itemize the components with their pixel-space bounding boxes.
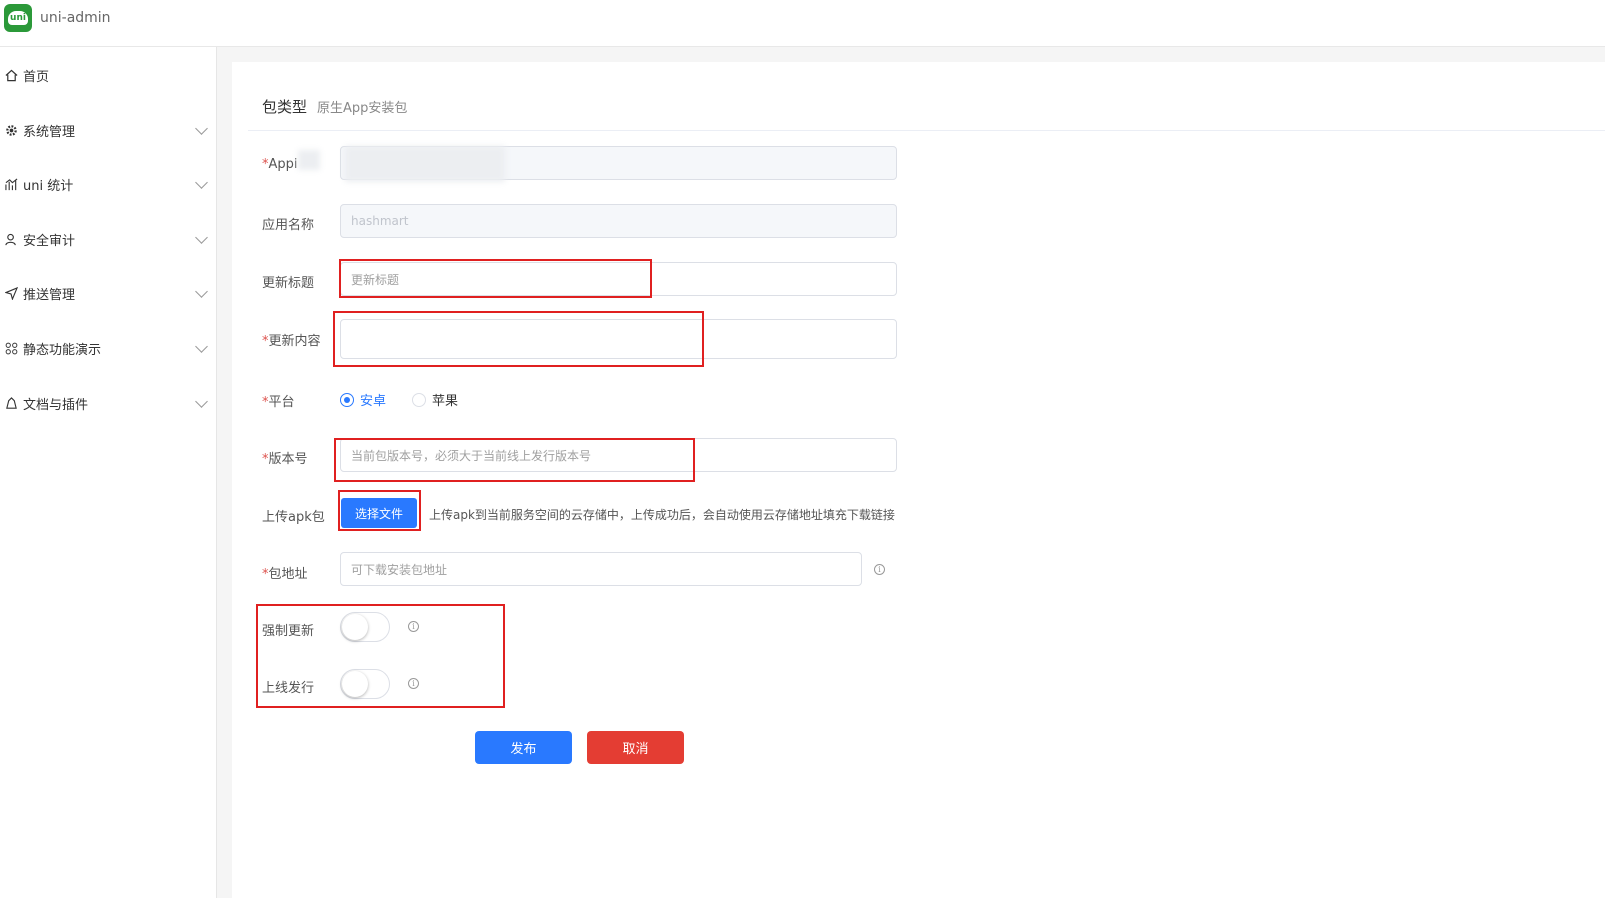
force-update-switch[interactable]: [340, 612, 390, 642]
choose-file-button[interactable]: 选择文件: [341, 498, 417, 528]
app-name-field: hashmart: [340, 204, 897, 238]
info-icon[interactable]: i: [874, 564, 885, 575]
top-bar: uni uni-admin: [0, 0, 1605, 47]
sidebar-item-label: 首页: [23, 69, 50, 85]
chevron-down-icon: [195, 231, 208, 244]
upload-label: 上传apk包: [262, 510, 325, 525]
redacted-area: [345, 146, 505, 182]
radio-android-label: 安卓: [360, 394, 387, 409]
online-release-switch[interactable]: [340, 669, 390, 699]
sidebar-item-docs[interactable]: 文档与插件: [0, 383, 216, 423]
sidebar-item-stats[interactable]: uni 统计: [0, 164, 216, 204]
update-title-label: 更新标题: [262, 276, 315, 291]
plugin-icon: [4, 396, 18, 410]
update-title-placeholder: 更新标题: [351, 272, 400, 287]
logo: uni: [4, 4, 32, 32]
app-name-label: 应用名称: [262, 218, 315, 233]
cancel-button[interactable]: 取消: [587, 731, 684, 764]
package-type-value: 原生App安装包: [317, 101, 408, 116]
appid-label: *Appi: [262, 157, 298, 172]
chevron-down-icon: [195, 340, 208, 353]
send-icon: [4, 286, 18, 300]
info-icon[interactable]: i: [408, 678, 419, 689]
switch-knob: [342, 614, 368, 640]
update-title-input[interactable]: 更新标题: [340, 262, 897, 296]
grid-icon: [4, 341, 18, 355]
logo-text: uni: [8, 11, 28, 25]
chart-icon: [4, 177, 18, 191]
redacted-area: [298, 150, 320, 170]
sidebar-item-security[interactable]: 安全审计: [0, 219, 216, 259]
chevron-down-icon: [195, 395, 208, 408]
gear-icon: [4, 123, 18, 137]
online-release-label: 上线发行: [262, 681, 315, 696]
version-label: *版本号: [262, 452, 308, 467]
info-icon[interactable]: i: [408, 621, 419, 632]
sidebar-item-home[interactable]: 首页: [0, 55, 216, 95]
sidebar-item-demo[interactable]: 静态功能演示: [0, 328, 216, 368]
radio-unchecked-icon: [412, 392, 426, 407]
sidebar-item-push[interactable]: 推送管理: [0, 273, 216, 313]
user-icon: [4, 232, 18, 246]
sidebar: 首页 系统管理 uni 统计 安全审计 推送管理 静态功能演示 文档与插件: [0, 47, 217, 898]
app-title: uni-admin: [40, 10, 111, 26]
package-url-label: *包地址: [262, 567, 308, 582]
radio-android[interactable]: 安卓: [340, 390, 386, 409]
package-url-input[interactable]: 可下载安装包地址: [340, 552, 862, 586]
radio-checked-icon: [340, 392, 354, 407]
force-update-label: 强制更新: [262, 624, 315, 639]
version-placeholder: 当前包版本号，必须大于当前线上发行版本号: [351, 448, 592, 463]
sidebar-item-system[interactable]: 系统管理: [0, 110, 216, 150]
package-type-label: 包类型: [262, 98, 308, 116]
sidebar-item-label: 系统管理: [23, 124, 76, 140]
update-content-label: *更新内容: [262, 334, 321, 349]
home-icon: [4, 68, 18, 82]
divider: [248, 130, 1605, 131]
update-content-textarea[interactable]: [340, 319, 897, 359]
chevron-down-icon: [195, 285, 208, 298]
form-card: [232, 62, 1605, 898]
sidebar-item-label: 安全审计: [23, 233, 76, 249]
radio-ios-label: 苹果: [432, 394, 459, 409]
radio-ios[interactable]: 苹果: [412, 390, 458, 409]
sidebar-item-label: 静态功能演示: [23, 342, 102, 358]
package-type-row: 包类型 原生App安装包: [262, 96, 407, 117]
sidebar-item-label: 推送管理: [23, 287, 76, 303]
chevron-down-icon: [195, 122, 208, 135]
version-input[interactable]: 当前包版本号，必须大于当前线上发行版本号: [340, 438, 897, 472]
package-url-placeholder: 可下载安装包地址: [351, 562, 448, 577]
sidebar-item-label: 文档与插件: [23, 397, 89, 413]
platform-label: *平台: [262, 395, 295, 410]
switch-knob: [342, 671, 368, 697]
app-name-value: hashmart: [351, 214, 409, 228]
sidebar-item-label: uni 统计: [23, 178, 74, 194]
publish-button[interactable]: 发布: [475, 731, 572, 764]
chevron-down-icon: [195, 176, 208, 189]
upload-hint: 上传apk到当前服务空间的云存储中，上传成功后，会自动使用云存储地址填充下载链接: [429, 508, 895, 522]
